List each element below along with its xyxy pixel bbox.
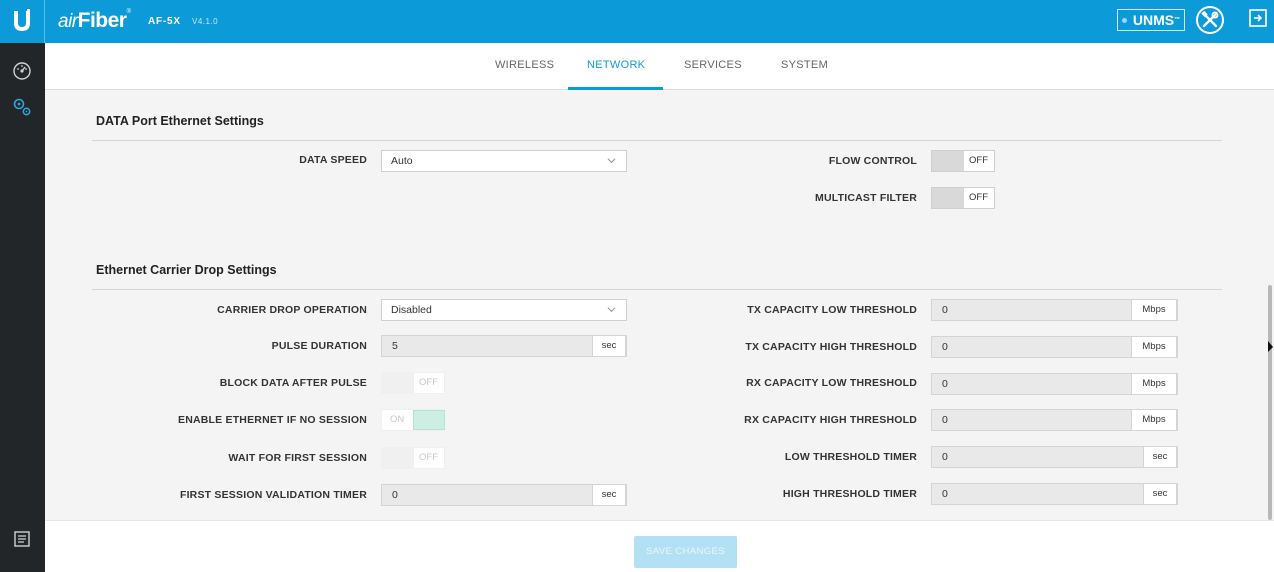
carrier-drop-operation-label: CARRIER DROP OPERATION [217,304,367,316]
unms-button[interactable]: UNMS ™ [1117,9,1185,31]
toggle-knob [932,188,964,208]
toggle-knob [413,410,445,430]
low-threshold-timer-label: LOW THRESHOLD TIMER [784,451,917,463]
unms-label: UNMS [1132,12,1175,28]
first-session-timer-unit: sec [592,484,626,506]
high-threshold-timer-unit: sec [1143,483,1177,505]
pulse-duration-input[interactable]: 5 sec [381,335,627,357]
log-icon [14,531,30,547]
settings-content: DATA Port Ethernet Settings DATA SPEED A… [45,90,1274,520]
rx-low-threshold-label: RX CAPACITY LOW THRESHOLD [746,377,917,389]
multicast-filter-toggle[interactable]: OFF [931,187,995,209]
sidebar [0,43,45,572]
enable-ethernet-label: ENABLE ETHERNET IF NO SESSION [178,414,367,426]
high-threshold-timer-value: 0 [942,488,948,500]
footer-bar: SAVE CHANGES [45,520,1274,572]
first-session-timer-value: 0 [392,489,398,501]
section-title-carrier-drop: Ethernet Carrier Drop Settings [96,263,277,277]
rx-high-threshold-unit: Mbps [1131,409,1177,431]
section-divider [92,289,1222,290]
top-bar: airFiber® AF-5X V4.1.0 UNMS ™ [0,0,1274,43]
block-data-state: OFF [419,377,438,388]
sidebar-item-dashboard[interactable] [11,60,33,82]
unms-status-dot [1121,17,1127,23]
pulse-duration-unit: sec [592,335,626,357]
toggle-knob [382,373,414,393]
low-threshold-timer-input[interactable]: 0 sec [931,446,1178,468]
low-threshold-timer-value: 0 [942,451,948,463]
device-model: AF-5X [148,16,181,27]
high-threshold-timer-input[interactable]: 0 sec [931,483,1178,505]
tx-high-threshold-unit: Mbps [1131,336,1177,358]
tab-bar: WIRELESS NETWORK SERVICES SYSTEM [45,43,1274,90]
rx-low-threshold-unit: Mbps [1131,373,1177,395]
ubiquiti-logo-icon[interactable] [11,9,33,33]
toggle-knob [932,151,964,171]
logout-icon[interactable] [1249,9,1267,27]
wait-first-session-label: WAIT FOR FIRST SESSION [228,452,367,464]
multicast-filter-state: OFF [969,192,988,203]
flow-control-state: OFF [969,155,988,166]
section-title-data-port: DATA Port Ethernet Settings [96,114,264,128]
firmware-version: V4.1.0 [192,17,219,26]
tx-high-threshold-label: TX CAPACITY HIGH THRESHOLD [745,341,917,353]
rx-high-threshold-value: 0 [942,414,948,426]
tab-services[interactable]: SERVICES [684,59,742,71]
tx-low-threshold-unit: Mbps [1131,299,1177,321]
sidebar-item-log[interactable] [11,528,33,550]
tab-wireless[interactable]: WIRELESS [495,59,554,71]
brand-prefix: air [58,11,78,32]
tx-low-threshold-value: 0 [942,304,948,316]
unms-mark: ™ [1174,17,1181,23]
pulse-duration-label: PULSE DURATION [271,340,367,352]
flow-control-toggle[interactable]: OFF [931,150,995,172]
enable-ethernet-toggle[interactable]: ON [381,409,445,431]
wait-first-session-state: OFF [419,452,438,463]
tools-button[interactable] [1196,6,1224,34]
block-data-label: BLOCK DATA AFTER PULSE [219,377,367,389]
flow-control-label: FLOW CONTROL [828,155,917,167]
chevron-down-icon [607,158,616,164]
enable-ethernet-state: ON [390,414,405,425]
tx-high-threshold-value: 0 [942,341,948,353]
tx-low-threshold-input[interactable]: 0 Mbps [931,299,1178,321]
rx-high-threshold-input[interactable]: 0 Mbps [931,409,1178,431]
logo-divider [44,0,45,43]
high-threshold-timer-label: HIGH THRESHOLD TIMER [782,488,917,500]
block-data-toggle[interactable]: OFF [381,372,445,394]
settings-icon [13,98,31,116]
carrier-drop-operation-value: Disabled [391,304,432,316]
tab-network[interactable]: NETWORK [587,59,645,71]
rx-high-threshold-label: RX CAPACITY HIGH THRESHOLD [744,414,917,426]
toggle-knob [382,448,414,468]
brand-logo: airFiber® [58,9,131,33]
wait-first-session-toggle[interactable]: OFF [381,447,445,469]
rx-low-threshold-value: 0 [942,378,948,390]
data-speed-label: DATA SPEED [299,154,367,166]
save-changes-button[interactable]: SAVE CHANGES [634,536,737,568]
scrollbar[interactable] [1268,285,1272,520]
data-speed-value: Auto [391,155,413,167]
chevron-down-icon [607,307,616,313]
section-divider [92,140,1222,141]
rx-low-threshold-input[interactable]: 0 Mbps [931,373,1178,395]
first-session-timer-input[interactable]: 0 sec [381,484,627,506]
pulse-duration-value: 5 [392,340,398,352]
low-threshold-timer-unit: sec [1143,446,1177,468]
tx-low-threshold-label: TX CAPACITY LOW THRESHOLD [747,304,917,316]
tx-high-threshold-input[interactable]: 0 Mbps [931,336,1178,358]
mouse-cursor-icon [1268,341,1273,352]
carrier-drop-operation-select[interactable]: Disabled [381,299,627,321]
tools-icon [1201,11,1219,28]
multicast-filter-label: MULTICAST FILTER [815,192,917,204]
brand-main: Fiber [77,9,127,32]
data-speed-select[interactable]: Auto [381,150,627,172]
first-session-timer-label: FIRST SESSION VALIDATION TIMER [179,489,367,501]
dashboard-icon [13,62,31,80]
tab-system[interactable]: SYSTEM [781,59,828,71]
sidebar-item-settings[interactable] [11,96,33,118]
brand-mark: ® [126,9,131,15]
